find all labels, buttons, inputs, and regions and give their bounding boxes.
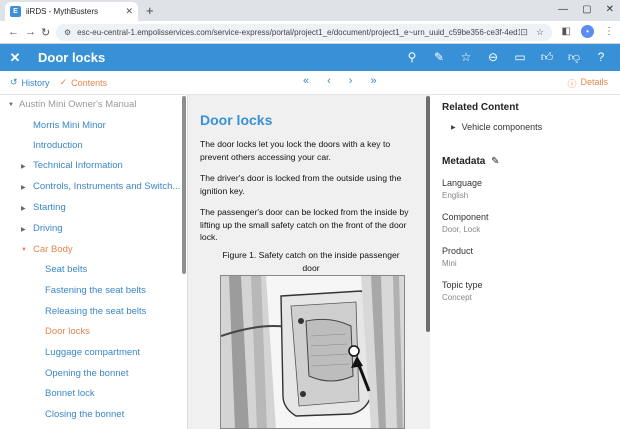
last-page-icon[interactable]: » bbox=[370, 75, 376, 87]
paragraph: The driver's door is locked from the out… bbox=[200, 173, 402, 196]
related-content-heading: Related Content bbox=[442, 102, 519, 113]
paragraph: The door locks let you lock the doors wi… bbox=[200, 139, 391, 162]
search-icon[interactable]: ⚲ bbox=[405, 50, 419, 65]
toc-panel: ▼ Austin Mini Owner's Manual Morris Mini… bbox=[0, 95, 183, 429]
paragraph: The passenger's door can be locked from … bbox=[200, 207, 409, 242]
install-app-icon[interactable]: ⊡ bbox=[520, 27, 528, 38]
browser-toolbar: ← → ↻ ⚙ esc-eu-central-1.empolisservices… bbox=[0, 21, 620, 44]
bookmark-star-icon[interactable]: ☆ bbox=[536, 27, 544, 38]
minimize-icon[interactable]: — bbox=[558, 4, 568, 15]
metadata-value: Concept bbox=[442, 293, 472, 302]
expand-arrow-icon[interactable]: ▼ bbox=[21, 247, 27, 253]
page-title: Door locks bbox=[38, 50, 106, 65]
toc-item[interactable]: Bonnet lock bbox=[45, 388, 95, 399]
sidebar-toggle-icon[interactable]: ◧ bbox=[562, 26, 571, 37]
metadata-label: Product bbox=[442, 246, 474, 256]
details-button[interactable]: ⓘ Details bbox=[567, 77, 608, 90]
details-label: Details bbox=[580, 77, 608, 87]
toc-item[interactable]: Seat belts bbox=[45, 264, 87, 275]
metadata-value: Door, Lock bbox=[442, 225, 481, 234]
contents-button[interactable]: ✓ Contents bbox=[60, 77, 108, 88]
help-icon[interactable]: ? bbox=[594, 50, 608, 65]
browser-tab[interactable]: E iiRDS - MythBusters ✕ bbox=[5, 2, 138, 21]
expand-arrow-icon[interactable]: ▼ bbox=[8, 102, 14, 108]
browser-menu-icon[interactable]: ⋮ bbox=[604, 26, 614, 37]
profile-avatar[interactable]: • bbox=[581, 25, 594, 38]
collapse-arrow-icon[interactable]: ▶ bbox=[21, 205, 26, 212]
window-controls: — ▢ ✕ bbox=[558, 4, 614, 15]
history-button[interactable]: ↺ History bbox=[10, 77, 50, 88]
contents-icon: ✓ bbox=[59, 77, 68, 87]
toc-item[interactable]: Closing the bonnet bbox=[45, 409, 124, 420]
collapse-arrow-icon[interactable]: ▶ bbox=[21, 184, 26, 191]
metadata-label: Component bbox=[442, 212, 489, 222]
details-panel: Related Content ▶ Vehicle components Met… bbox=[431, 95, 620, 429]
link-icon[interactable]: ⊖ bbox=[486, 50, 500, 65]
metadata-label: Topic type bbox=[442, 280, 483, 290]
next-page-icon[interactable]: › bbox=[349, 75, 353, 87]
close-tab-icon[interactable]: ✕ bbox=[125, 6, 133, 17]
document-content: Door locks The door locks let you lock t… bbox=[187, 95, 430, 429]
document-title: Door locks bbox=[200, 112, 273, 128]
close-icon[interactable]: ✕ bbox=[0, 50, 30, 66]
toc-item-active[interactable]: Door locks bbox=[45, 326, 90, 337]
forward-icon[interactable]: → bbox=[25, 26, 36, 38]
favorite-star-icon[interactable]: ☆ bbox=[459, 50, 473, 65]
url-text[interactable]: esc-eu-central-1.empolisservices.com/ser… bbox=[77, 28, 520, 37]
thumbs-up-icon[interactable]: 👍︎ bbox=[540, 50, 554, 65]
sub-toolbar: ↺ History ✓ Contents « ‹ › » ⓘ Details bbox=[0, 71, 620, 95]
back-icon[interactable]: ← bbox=[8, 26, 19, 38]
figure-caption: Figure 1. Safety catch on the inside pas… bbox=[222, 250, 400, 273]
metadata-value: Mini bbox=[442, 259, 457, 268]
previous-page-icon[interactable]: ‹ bbox=[327, 75, 331, 87]
bullet-arrow-icon: ▶ bbox=[451, 125, 456, 131]
toc-item[interactable]: Fastening the seat belts bbox=[45, 285, 146, 296]
edit-icon[interactable]: ✎ bbox=[432, 50, 446, 65]
toc-item[interactable]: Releasing the seat belts bbox=[45, 306, 146, 317]
thumbs-down-icon[interactable]: 👎︎ bbox=[567, 50, 581, 65]
document-scrollbar[interactable] bbox=[426, 96, 430, 332]
favicon-icon: E bbox=[10, 6, 21, 17]
toc-item[interactable]: Austin Mini Owner's Manual bbox=[19, 99, 136, 110]
app-header: ✕ Door locks ⚲ ✎ ☆ ⊖ ▭ 👍︎ 👎︎ ? bbox=[0, 44, 620, 71]
info-icon: ⓘ bbox=[567, 79, 577, 89]
site-info-icon[interactable]: ⚙ bbox=[64, 28, 71, 37]
toc-item[interactable]: Driving bbox=[33, 223, 63, 234]
toc-item[interactable]: Introduction bbox=[33, 140, 83, 151]
reload-icon[interactable]: ↻ bbox=[41, 26, 50, 39]
metadata-heading: Metadata ✎ bbox=[442, 156, 500, 167]
history-icon: ↺ bbox=[10, 77, 18, 87]
close-window-icon[interactable]: ✕ bbox=[606, 4, 614, 15]
metadata-label: Language bbox=[442, 178, 483, 188]
toc-item[interactable]: Opening the bonnet bbox=[45, 368, 128, 379]
browser-tab-bar: E iiRDS - MythBusters ✕ + — ▢ ✕ bbox=[0, 0, 620, 21]
first-page-icon[interactable]: « bbox=[303, 75, 309, 87]
door-lock-figure bbox=[220, 275, 405, 429]
edit-metadata-icon[interactable]: ✎ bbox=[491, 156, 499, 167]
maximize-icon[interactable]: ▢ bbox=[582, 4, 591, 15]
new-tab-button[interactable]: + bbox=[146, 3, 154, 18]
contents-label: Contents bbox=[71, 77, 108, 88]
toc-item[interactable]: Starting bbox=[33, 202, 66, 213]
url-bar[interactable]: ⚙ esc-eu-central-1.empolisservices.com/s… bbox=[56, 24, 552, 41]
metadata-value: English bbox=[442, 191, 469, 200]
toc-item[interactable]: Luggage compartment bbox=[45, 347, 140, 358]
toc-item[interactable]: Controls, Instruments and Switch... bbox=[33, 181, 180, 192]
collapse-arrow-icon[interactable]: ▶ bbox=[21, 163, 26, 170]
toc-item[interactable]: Car Body bbox=[33, 244, 73, 255]
toc-item[interactable]: Morris Mini Minor bbox=[33, 120, 106, 131]
related-link-label: Vehicle components bbox=[461, 122, 543, 132]
toc-scrollbar[interactable] bbox=[182, 96, 186, 274]
door-lock-illustration bbox=[221, 276, 404, 428]
tab-title: iiRDS - MythBusters bbox=[26, 7, 99, 16]
history-label: History bbox=[21, 77, 50, 88]
collapse-arrow-icon[interactable]: ▶ bbox=[21, 226, 26, 233]
toc-item[interactable]: Technical Information bbox=[33, 160, 123, 171]
related-link[interactable]: ▶ Vehicle components bbox=[451, 122, 542, 132]
metadata-heading-label: Metadata bbox=[442, 156, 486, 167]
comment-icon[interactable]: ▭ bbox=[513, 50, 527, 65]
